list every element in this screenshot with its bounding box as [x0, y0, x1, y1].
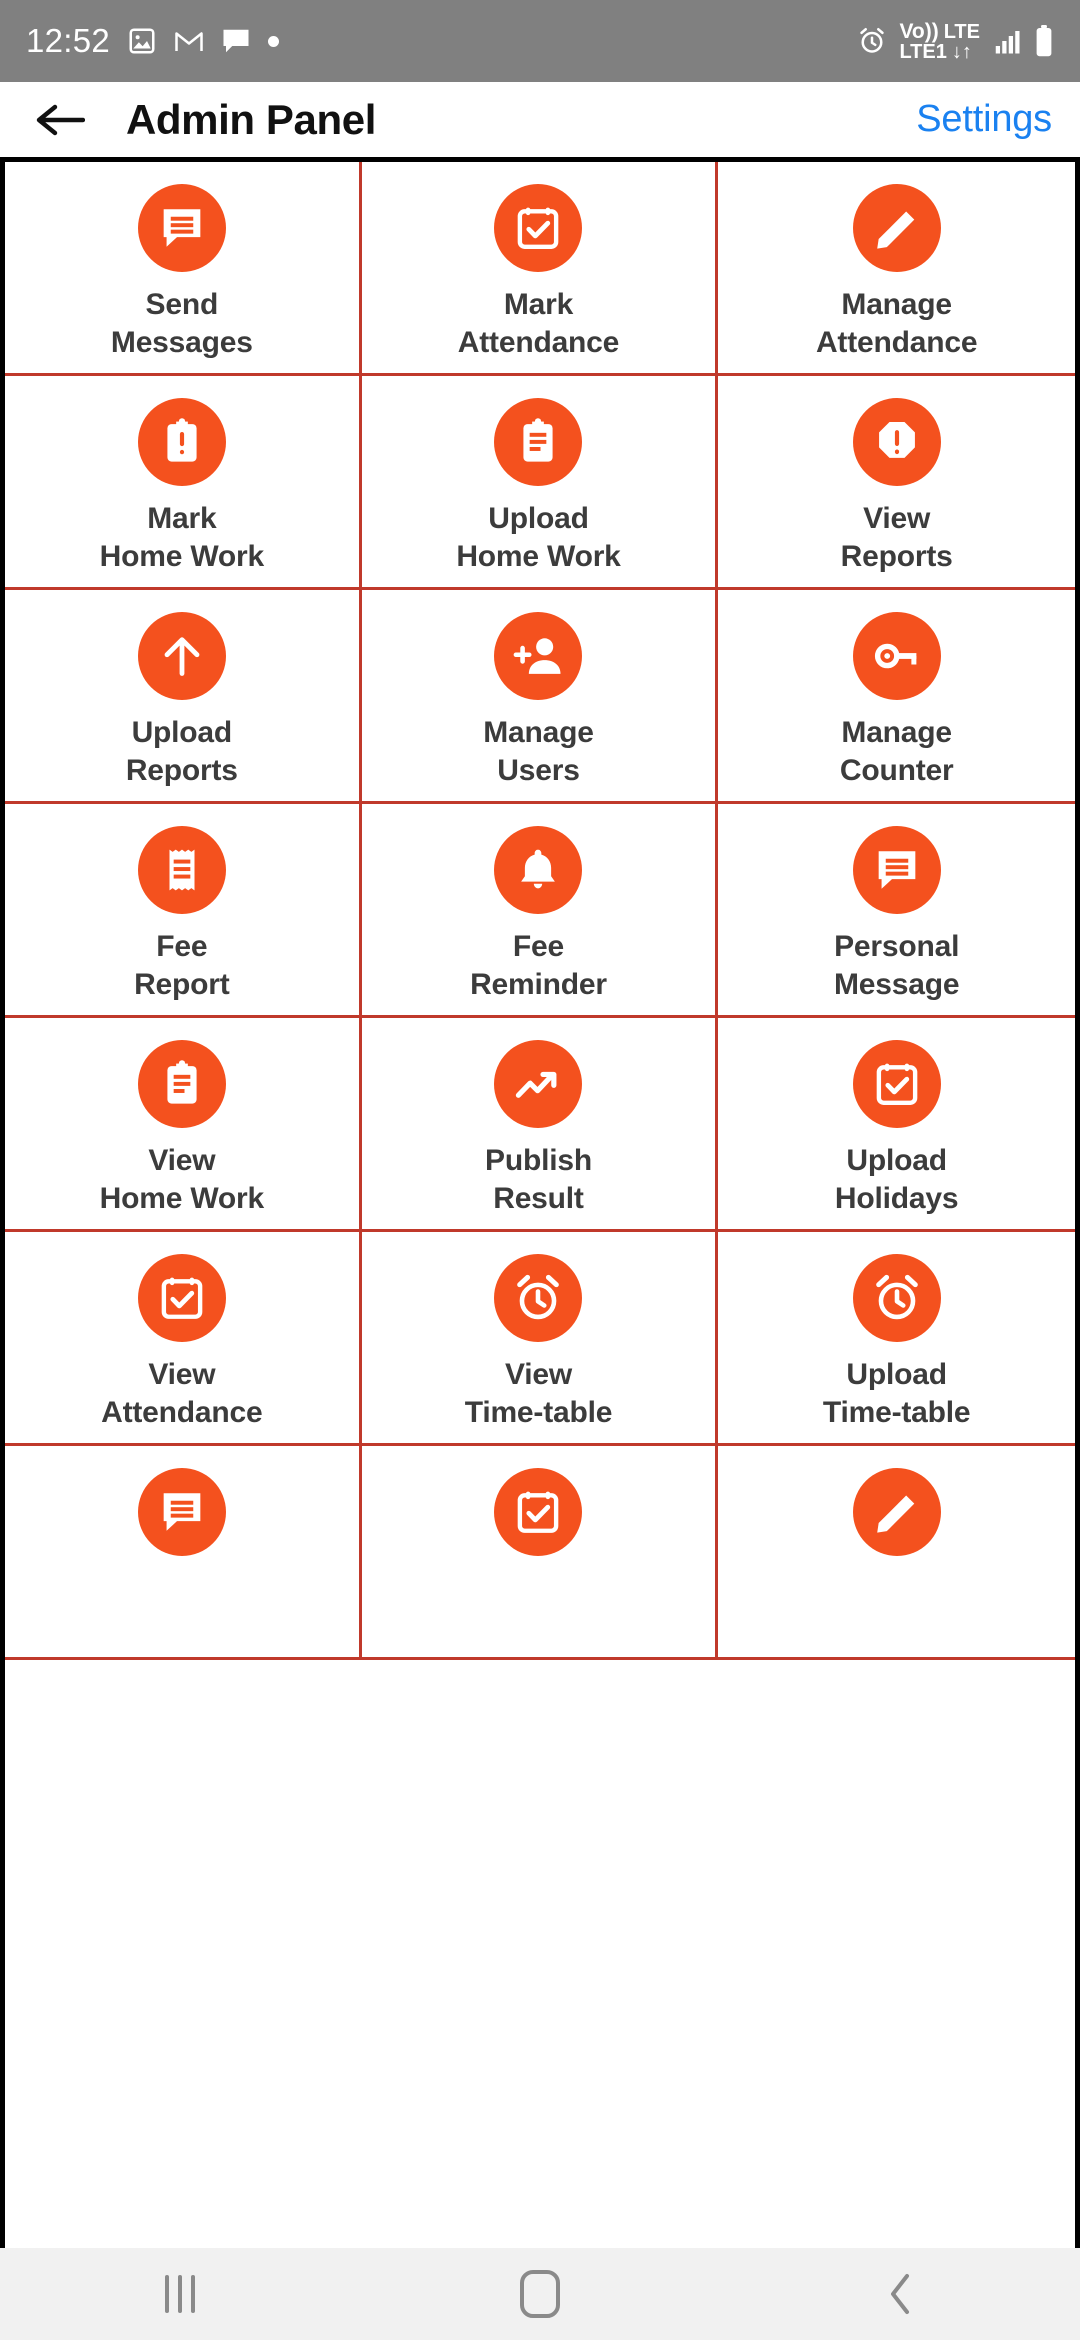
chat-bubble-lines-icon: [137, 1468, 226, 1556]
grid-item[interactable]: View Attendance: [5, 1232, 362, 1446]
alarm-icon: [857, 26, 887, 56]
back-arrow-icon[interactable]: [28, 89, 90, 151]
calendar-check-icon: [137, 1254, 226, 1342]
grid-item-label: Upload Holidays: [834, 1144, 959, 1216]
back-button[interactable]: [825, 2248, 975, 2340]
sim-label: LTE1: [899, 40, 947, 63]
grid-item[interactable]: View Time-table: [361, 1232, 719, 1446]
grid-item-label: Upload Time-table: [822, 1358, 971, 1430]
grid-item[interactable]: Manage Attendance: [718, 162, 1075, 376]
alarm-clock-icon: [494, 1254, 583, 1342]
grid-item-label: View Time-table: [464, 1358, 613, 1430]
grid-item[interactable]: [718, 1446, 1075, 1660]
grid-item-label: View Reports: [840, 502, 953, 574]
recents-icon: [165, 2275, 195, 2313]
grid-item-label: Mark Attendance: [457, 288, 620, 360]
arrow-up-icon: [137, 612, 226, 700]
chat-bubble-lines-icon: [852, 826, 941, 914]
grid-item[interactable]: View Reports: [718, 376, 1075, 590]
grid-item-label: Mark Home Work: [99, 502, 265, 574]
back-chevron-icon: [891, 2274, 909, 2314]
system-navigation-bar: [0, 2248, 1080, 2340]
volte-label-top: Vo)): [899, 19, 939, 43]
calendar-check-icon: [494, 1468, 583, 1556]
pencil-edit-icon: [852, 1468, 941, 1556]
octagon-exclamation-icon: [852, 398, 941, 486]
grid-item[interactable]: Upload Home Work: [361, 376, 719, 590]
grid-item-label: Manage Counter: [839, 716, 954, 788]
admin-actions-grid-container: Send Messages Mark Attendance Manage Atten…: [0, 157, 1080, 2248]
recents-button[interactable]: [105, 2248, 255, 2340]
grid-item[interactable]: Fee Reminder: [361, 804, 719, 1018]
signal-bars-icon: [992, 26, 1022, 56]
grid-item-label: View Attendance: [101, 1358, 263, 1430]
grid-item-label: Personal Message: [833, 930, 960, 1002]
network-type-label: LTE: [943, 20, 980, 43]
grid-item[interactable]: View Home Work: [5, 1018, 362, 1232]
volte-indicator: Vo)) LTE LTE1 ↓↑: [899, 21, 980, 62]
grid-item-label: Send Messages: [110, 288, 253, 360]
alarm-clock-icon: [852, 1254, 941, 1342]
grid-item-label: View Home Work: [99, 1144, 265, 1216]
pencil-edit-icon: [852, 184, 941, 272]
messages-icon: [221, 27, 251, 55]
grid-item[interactable]: Personal Message: [718, 804, 1075, 1018]
grid-item-label: Publish Result: [485, 1144, 592, 1216]
grid-item[interactable]: Mark Attendance: [361, 162, 719, 376]
gmail-icon: [174, 27, 204, 55]
grid-item-label: Manage Attendance: [815, 288, 978, 360]
grid-item[interactable]: Upload Reports: [5, 590, 362, 804]
grid-item-label: Upload Reports: [125, 716, 238, 788]
grid-item[interactable]: [361, 1446, 719, 1660]
gallery-icon: [127, 26, 157, 56]
grid-item[interactable]: Manage Counter: [718, 590, 1075, 804]
status-bar: 12:52 Vo)) LTE LTE1 ↓↑: [0, 0, 1080, 82]
status-bar-right: Vo)) LTE LTE1 ↓↑: [857, 21, 1054, 62]
receipt-icon: [137, 826, 226, 914]
data-arrows-icon: ↓↑: [951, 40, 972, 63]
grid-item-label: Manage Users: [483, 716, 594, 788]
home-icon: [520, 2270, 560, 2318]
dot-icon: [268, 35, 280, 47]
person-add-icon: [494, 612, 583, 700]
grid-item[interactable]: [5, 1446, 362, 1660]
admin-panel-screen: 12:52 Vo)) LTE LTE1 ↓↑ Admin Panel Setti…: [0, 0, 1080, 2340]
battery-icon: [1034, 25, 1054, 57]
page-title: Admin Panel: [126, 95, 376, 143]
grid-item[interactable]: Upload Holidays: [718, 1018, 1075, 1232]
settings-button[interactable]: Settings: [916, 98, 1052, 141]
grid-item[interactable]: Mark Home Work: [5, 376, 362, 590]
clipboard-exclamation-icon: [137, 398, 226, 486]
chat-bubble-lines-icon: [137, 184, 226, 272]
calendar-check-icon: [852, 1040, 941, 1128]
grid-item[interactable]: Publish Result: [361, 1018, 719, 1232]
grid-item[interactable]: Manage Users: [361, 590, 719, 804]
bell-icon: [494, 826, 583, 914]
admin-actions-grid: Send Messages Mark Attendance Manage Atten…: [5, 162, 1075, 1660]
key-icon: [852, 612, 941, 700]
status-bar-clock: 12:52: [26, 22, 111, 59]
grid-item-label: Fee Report: [134, 930, 230, 1002]
clipboard-lines-icon: [137, 1040, 226, 1128]
grid-item-label: Upload Home Work: [456, 502, 621, 574]
grid-item-label: Fee Reminder: [470, 930, 607, 1002]
grid-item[interactable]: Upload Time-table: [718, 1232, 1075, 1446]
status-bar-left: 12:52: [26, 22, 280, 60]
home-button[interactable]: [465, 2248, 615, 2340]
grid-item[interactable]: Send Messages: [5, 162, 362, 376]
trending-up-icon: [494, 1040, 583, 1128]
app-header: Admin Panel Settings: [0, 82, 1080, 157]
calendar-check-icon: [494, 184, 583, 272]
grid-item[interactable]: Fee Report: [5, 804, 362, 1018]
clipboard-lines-icon: [494, 398, 583, 486]
